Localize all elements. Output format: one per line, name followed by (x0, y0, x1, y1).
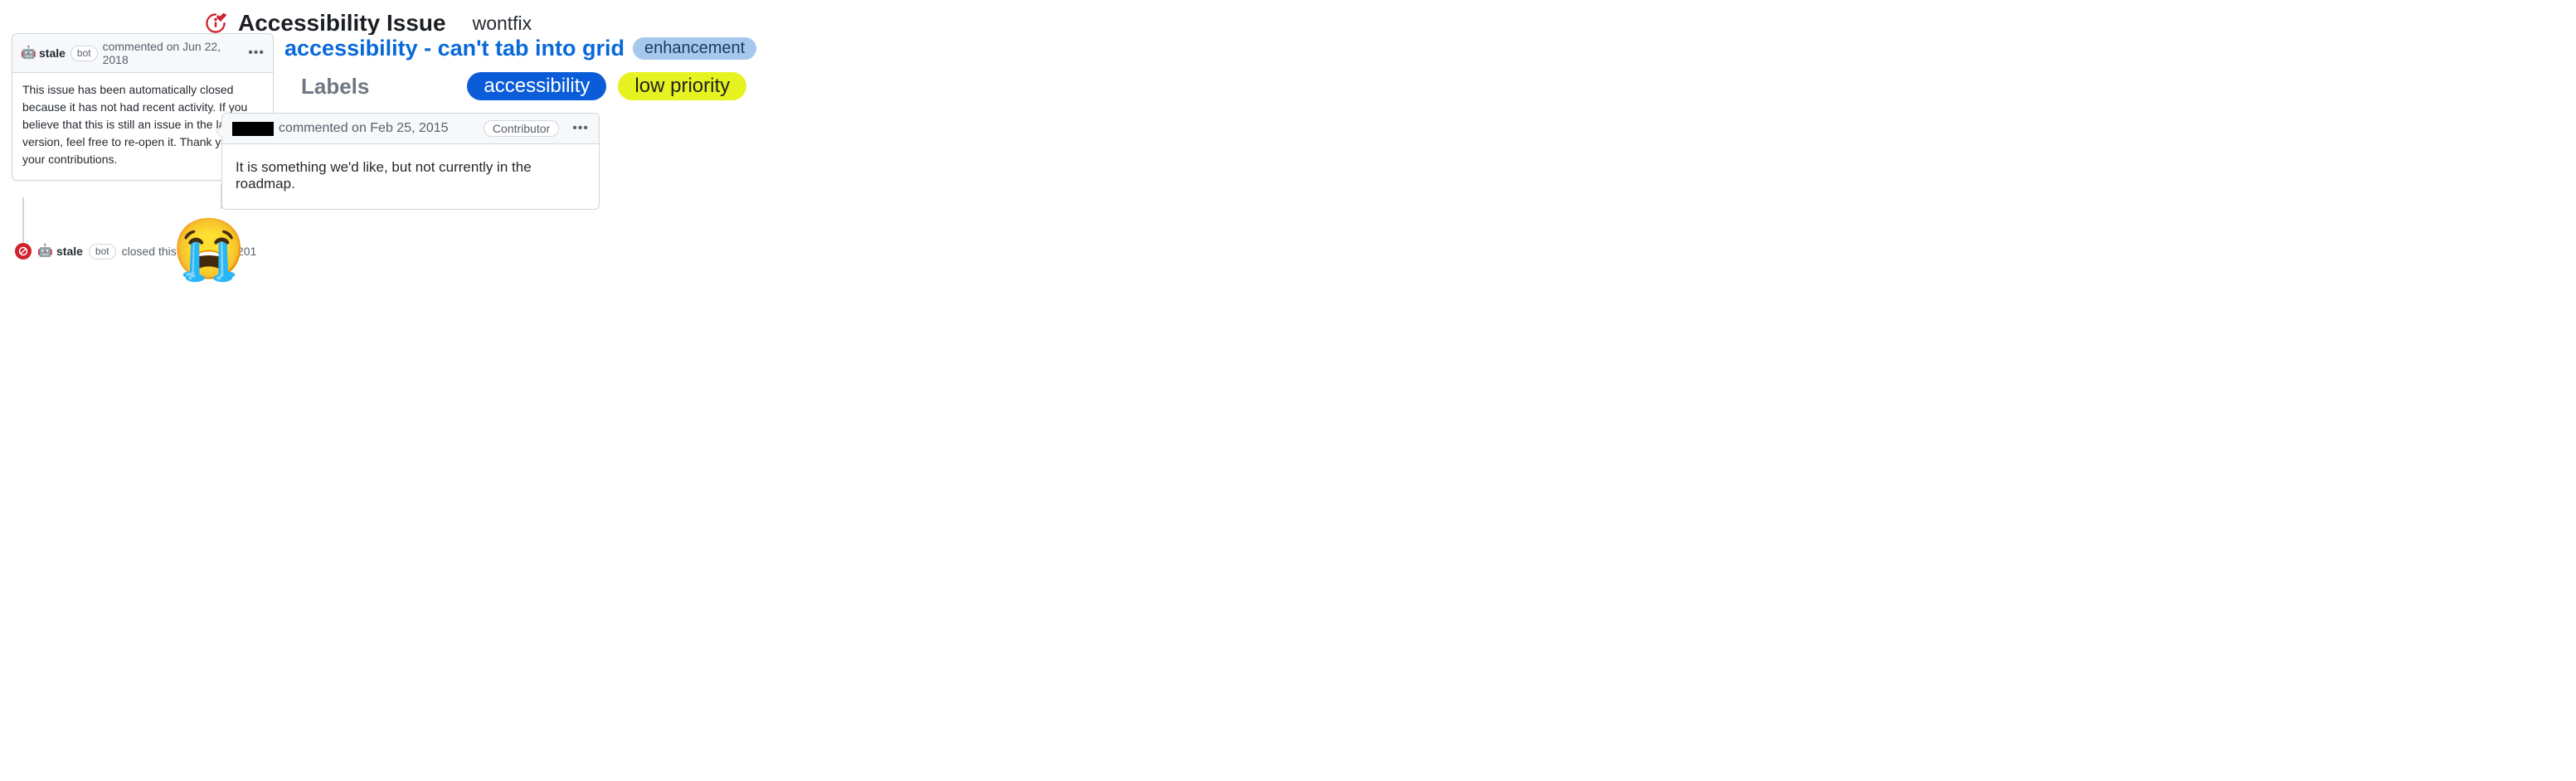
enhancement-badge: enhancement (633, 37, 756, 60)
labels-pills: accessibility low priority (467, 72, 746, 100)
labels-heading: Labels (301, 74, 369, 99)
comment-actions-kebab-icon[interactable]: ••• (572, 121, 589, 136)
redacted-username (232, 122, 274, 136)
comment-timestamp: commented on Jun 22, 2018 (103, 40, 244, 66)
comment-header: commented on Feb 25, 2015 Contributor ••… (222, 114, 599, 144)
bot-badge: bot (89, 244, 116, 260)
crying-emoji-icon: 😭 (172, 220, 246, 279)
closed-icon (15, 243, 32, 260)
comment-actions-kebab-icon[interactable]: ••• (248, 46, 265, 61)
bot-avatar-icon: 🤖 (21, 46, 34, 60)
comment-author-link[interactable]: stale (39, 46, 66, 60)
label-accessibility[interactable]: accessibility (467, 72, 606, 100)
linked-issue-link[interactable]: accessibility - can't tab into grid (284, 36, 625, 61)
comment-body: It is something we'd like, but not curre… (222, 144, 599, 209)
linked-issue-row: accessibility - can't tab into grid enha… (282, 35, 759, 62)
issue-label-wontfix: wontfix (473, 12, 532, 35)
comment-header: 🤖 stale bot commented on Jun 22, 2018 ••… (12, 34, 273, 73)
event-author-link[interactable]: stale (56, 245, 83, 258)
bot-avatar-icon: 🤖 (37, 245, 51, 258)
bot-badge: bot (70, 46, 98, 61)
issue-closed-icon (205, 12, 226, 34)
contributor-badge: Contributor (484, 120, 559, 137)
label-low-priority[interactable]: low priority (618, 72, 746, 100)
contributor-comment: commented on Feb 25, 2015 Contributor ••… (221, 113, 600, 210)
comment-timestamp: commented on Feb 25, 2015 (279, 121, 449, 136)
timeline-connector (22, 197, 24, 243)
labels-section: Labels accessibility low priority (301, 72, 746, 100)
